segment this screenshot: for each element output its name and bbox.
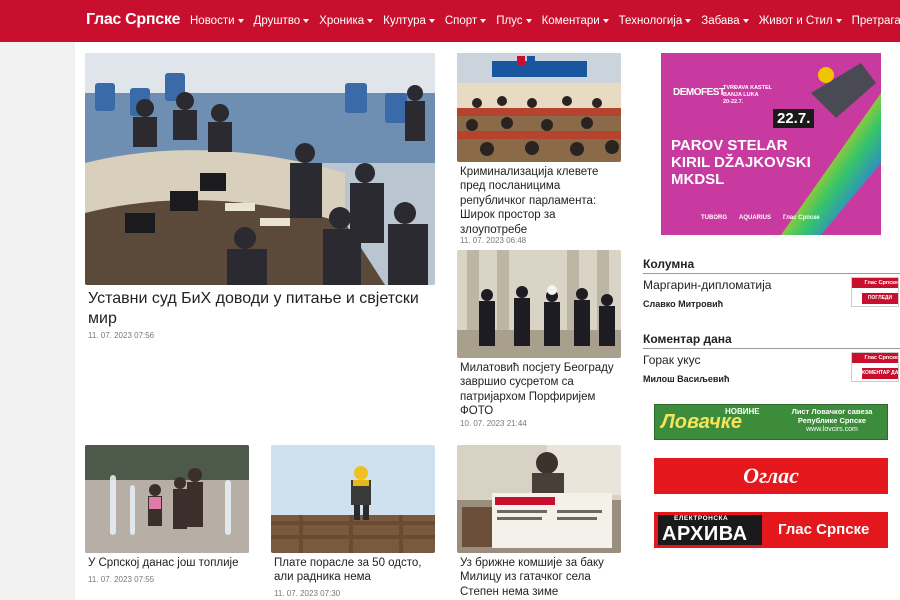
arhiva-label: АРХИВА (662, 523, 748, 545)
lovacke-novine-banner[interactable]: Ловачке НОВИНЕ Лист Ловачког савеза Репу… (654, 404, 888, 440)
kolumna-title[interactable]: Маргарин-дипломатија (643, 278, 771, 292)
sponsor-aquarius: AQUARIUS (739, 215, 772, 221)
site-logo[interactable]: Глас Српске (86, 11, 180, 29)
heat-article-date: 11. 07. 2023 07:55 (88, 575, 155, 584)
arhiva-small-label: ЕЛЕКТРОНСКА (674, 515, 729, 522)
milatovic-article-image[interactable] (457, 250, 621, 358)
chevron-down-icon (525, 19, 532, 23)
demofest-venue: TVRĐAVA KASTEL BANJA LUKA 20-22.7. (723, 85, 772, 106)
wages-article-date: 11. 07. 2023 07:30 (274, 589, 341, 598)
nav-item-label: Друштво (253, 15, 301, 27)
pogledi-badge-label: ПОГЛЕДИ (862, 293, 898, 304)
komentar-badge-logo: Глас Српске (852, 353, 898, 363)
top-navigation-bar: Глас Српске Новости Друштво Хроника Култура… (0, 0, 900, 42)
main-article-title[interactable]: Уставни суд БиХ доводи у питање и свјетс… (88, 289, 433, 329)
demofest-venue-line2: BANJA LUKA (723, 92, 759, 98)
nav-item-9[interactable]: Живот и Стил (759, 15, 842, 27)
chevron-down-icon (835, 19, 842, 23)
nav-item-10[interactable]: Претрага (852, 15, 900, 27)
demofest-lineup-2: KIRIL DŽAJKOVSKI (671, 154, 811, 171)
heat-article-image[interactable] (85, 445, 249, 553)
arhiva-brand: Глас Српске (778, 521, 870, 538)
nav-item-0[interactable]: Новости (190, 15, 244, 27)
lovacke-line2: Републике Српске (797, 416, 867, 425)
nav-item-label: Технологија (618, 15, 683, 27)
heat-article-title[interactable]: У Српској данас још топлије (88, 556, 248, 570)
chevron-down-icon (237, 19, 244, 23)
parliament-article-date: 11. 07. 2023 06:48 (460, 236, 527, 245)
kolumna-author[interactable]: Славко Митровић (643, 299, 723, 309)
demofest-ad[interactable]: DEMOFEST TVRĐAVA KASTEL BANJA LUKA 20-22… (661, 53, 881, 235)
oglas-label: Оглас (743, 463, 799, 488)
demofest-lineup: PAROV STELAR KIRIL DŽAJKOVSKI MKDSL (671, 137, 811, 188)
lovacke-line1: Лист Ловачког савеза (791, 407, 873, 416)
nav-item-label: Култура (383, 15, 426, 27)
demofest-day: 22.7. (773, 109, 815, 128)
pogledi-badge[interactable]: Глас Српске ПОГЛЕДИ (851, 277, 899, 307)
nav-item-label: Хроника (319, 15, 365, 27)
nav-item-5[interactable]: Плус (496, 15, 532, 27)
komentar-author[interactable]: Милош Васиљевић (643, 374, 729, 384)
milatovic-article-date: 10. 07. 2023 21:44 (460, 419, 527, 428)
komentar-badge-label: КОМЕНТАР ДАНА (862, 368, 898, 379)
wages-article-title[interactable]: Плате порасле за 50 одсто, али радника н… (274, 556, 434, 585)
main-article-date: 11. 07. 2023 07:56 (88, 331, 155, 340)
oglas-banner[interactable]: Оглас (654, 458, 888, 494)
lovacke-url: www.lovcirs.com (806, 426, 858, 433)
main-menu: Новости Друштво Хроника Култура Спорт Плус Ком… (190, 0, 900, 42)
wages-article-image[interactable] (271, 445, 435, 553)
nav-item-label: Коментари (541, 15, 600, 27)
nav-item-label: Забава (701, 15, 740, 27)
chevron-down-icon (602, 19, 609, 23)
demofest-sponsors: TUBORG AQUARIUS Глас Српске (701, 215, 820, 221)
parliament-article-title[interactable]: Криминализација клевете пред посланицима… (460, 165, 620, 237)
nav-item-2[interactable]: Хроника (319, 15, 374, 27)
nav-item-label: Живот и Стил (758, 15, 833, 27)
nav-item-label: Новости (190, 15, 235, 27)
demofest-lineup-1: PAROV STELAR (671, 137, 788, 154)
parliament-article-image[interactable] (457, 53, 621, 162)
komentar-heading: Коментар дана (643, 332, 900, 349)
arhiva-banner[interactable]: ЕЛЕКТРОНСКА АРХИВА Глас Српске (654, 512, 888, 548)
grandma-article-title[interactable]: Уз брижне комшије за баку Милицу из гата… (460, 556, 620, 599)
milatovic-article-title[interactable]: Милатовић посјету Београду завршио сусре… (460, 361, 620, 419)
nav-item-label: Плус (496, 15, 523, 27)
nav-item-3[interactable]: Култура (383, 15, 435, 27)
chevron-down-icon (428, 19, 435, 23)
nav-item-label: Претрага (851, 15, 900, 27)
pogledi-badge-logo: Глас Српске (852, 278, 898, 288)
nav-item-label: Спорт (444, 15, 478, 27)
main-article-image[interactable] (85, 53, 435, 285)
kolumna-heading: Колумна (643, 257, 900, 274)
sponsor-glas-srpske: Глас Српске (783, 215, 820, 221)
nav-item-4[interactable]: Спорт (444, 15, 487, 27)
komentar-dana-badge[interactable]: Глас Српске КОМЕНТАР ДАНА (851, 352, 899, 382)
chevron-down-icon (685, 19, 692, 23)
chevron-down-icon (742, 19, 749, 23)
nav-item-8[interactable]: Забава (701, 15, 749, 27)
komentar-title[interactable]: Горак укус (643, 353, 701, 367)
sponsor-tuborg: TUBORG (701, 215, 727, 221)
chevron-down-icon (303, 19, 310, 23)
nav-item-6[interactable]: Коментари (542, 15, 609, 27)
grandma-article-image[interactable] (457, 445, 621, 553)
demofest-venue-line1: TVRĐAVA KASTEL (723, 85, 773, 91)
nav-item-7[interactable]: Технологија (619, 15, 692, 27)
chevron-down-icon (480, 19, 487, 23)
lovacke-tag: НОВИНЕ (725, 407, 760, 416)
demofest-dates: 20-22.7. (723, 99, 744, 105)
nav-item-1[interactable]: Друштво (254, 15, 310, 27)
demofest-lineup-3: MKDSL (671, 171, 725, 188)
lovacke-info: Лист Ловачког савеза Републике Српске ww… (777, 407, 887, 434)
chevron-down-icon (367, 19, 374, 23)
